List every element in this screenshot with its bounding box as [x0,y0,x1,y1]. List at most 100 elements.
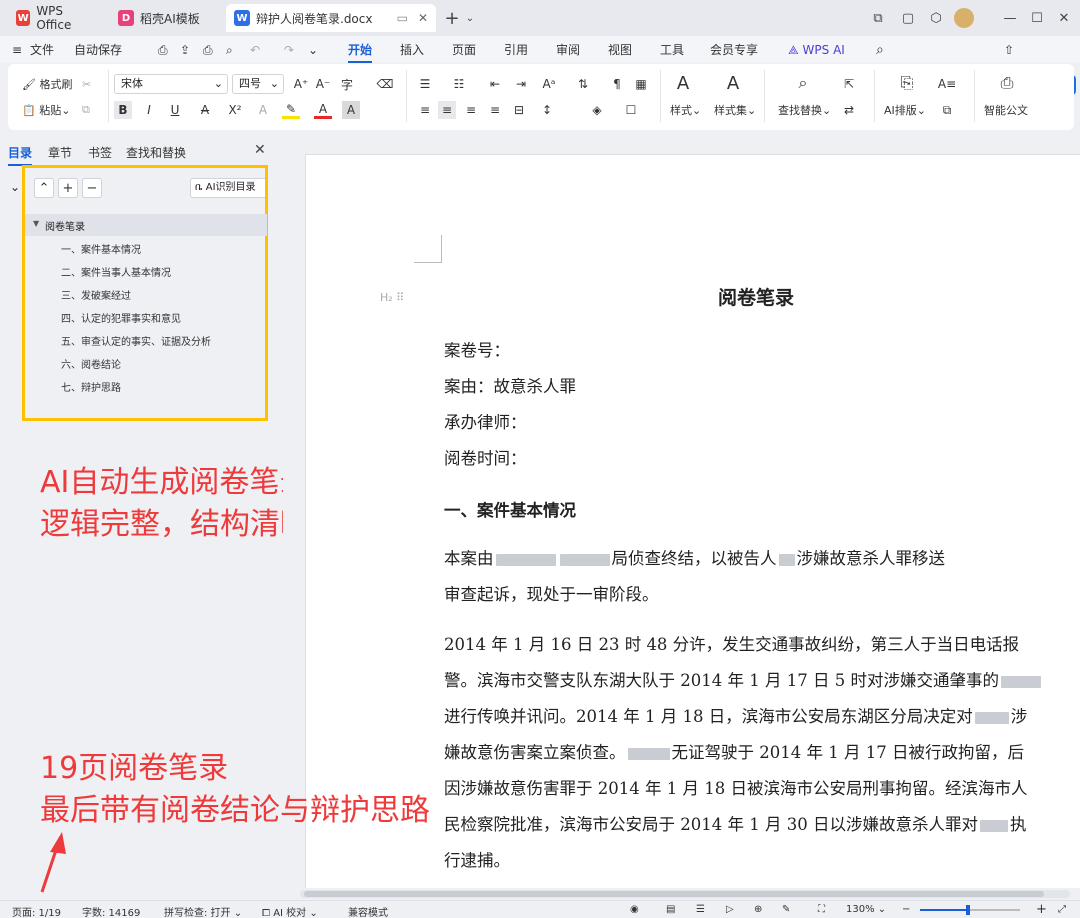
phonetic-icon[interactable]: 字 [338,75,356,93]
hamburger-icon[interactable]: ≡ [12,40,22,60]
decrease-indent-icon[interactable]: ⇤ [486,75,504,93]
underline-icon[interactable]: U [166,101,184,119]
text-effect-icon[interactable]: A [254,101,272,119]
print-icon[interactable]: ⎙ [203,40,213,60]
cut-icon[interactable]: ✂ [82,74,91,94]
distribute-icon[interactable]: ⊟ [510,101,528,119]
fit-icon[interactable]: ⛶ [818,904,825,915]
align-center-icon[interactable]: ≡ [438,101,456,119]
close-window-icon[interactable]: ✕ [1054,8,1074,28]
tab-toc[interactable]: 目录 [8,144,33,166]
copy-icon[interactable]: ⧉ [82,100,90,120]
expand-triangle-icon[interactable]: ▼ [33,219,39,228]
ai-check-button[interactable]: ⧠ AI 校对 ⌄ [262,904,318,918]
toc-root[interactable]: 阅卷笔录 [45,218,85,233]
convert-icon[interactable]: ⇄ [840,101,858,119]
toc-item[interactable]: 一、案件基本情况 [61,241,141,256]
redo-icon[interactable]: ↷ [284,40,294,60]
arrange-icon[interactable]: ⧉ [938,101,956,119]
minimize-icon[interactable]: — [1000,8,1020,28]
clear-format-icon[interactable]: ⌫ [376,75,394,93]
grow-font-icon[interactable]: A⁺ [292,75,310,93]
horizontal-scrollbar[interactable] [300,890,1070,898]
shrink-font-icon[interactable]: A⁻ [314,75,332,93]
save-icon[interactable]: ⎙ [158,40,168,60]
spell-check[interactable]: 拼写检查: 打开 ⌄ [164,904,242,918]
web-icon[interactable]: ⊕ [754,904,762,915]
chevron-down-icon[interactable]: ⌄ [460,8,480,28]
toc-item[interactable]: 三、发破案经过 [61,287,131,302]
magnifier-icon[interactable]: ⌕ [794,73,812,92]
tab-wps-office[interactable]: W WPS Office [8,4,103,32]
align-right-icon[interactable]: ≡ [462,101,480,119]
bullet-list-icon[interactable]: ☰ [416,75,434,93]
numbered-list-icon[interactable]: ☷ [450,75,468,93]
menu-insert[interactable]: 插入 [400,40,424,60]
text-direction-icon[interactable]: Aᵃ [540,75,558,93]
style-set-button[interactable]: 样式集 ⌄ [714,100,756,120]
style-set-icon[interactable]: A [724,73,742,94]
bold-icon[interactable]: B [114,101,132,119]
paste-button[interactable]: 📋 粘贴 ⌄ [22,100,70,120]
menu-wps-ai[interactable]: ⟁ WPS AI [788,40,845,60]
preview-icon[interactable]: ⌕ [226,40,233,60]
italic-icon[interactable]: I [140,101,158,119]
tab-bookmarks[interactable]: 书签 [88,144,112,161]
font-color-icon[interactable]: A [314,101,332,119]
page-indicator[interactable]: 页面: 1/19 [12,904,61,918]
char-shading-icon[interactable]: A [342,101,360,119]
menu-page[interactable]: 页面 [452,40,476,60]
pin-icon[interactable]: ▭ [397,11,408,25]
word-count[interactable]: 字数: 14169 [82,904,140,918]
toc-item[interactable]: 五、审查认定的事实、证据及分析 [61,333,211,348]
justify-icon[interactable]: ≡ [486,101,504,119]
export-icon[interactable]: ⇪ [180,40,190,60]
superscript-icon[interactable]: X² [226,101,244,119]
menu-home[interactable]: 开始 [348,40,373,63]
sort-icon[interactable]: ⇅ [574,75,592,93]
font-family-select[interactable]: 宋体 ⌄ [114,74,228,94]
upload-icon[interactable]: ⇧ [1004,40,1014,60]
close-panel-icon[interactable]: ✕ [254,142,266,158]
shading-icon[interactable]: ◈ [588,101,606,119]
tab-ai-template[interactable]: D 稻壳AI模板 [110,4,220,32]
text-layout-icon[interactable]: A≡ [938,75,956,93]
avatar[interactable] [954,8,974,28]
zoom-slider[interactable] [920,905,1020,915]
styles-button[interactable]: 样式 ⌄ [670,100,701,120]
play-icon[interactable]: ▷ [726,904,734,915]
menu-file[interactable]: 文件 [30,40,54,60]
highlight-icon[interactable]: ✎ [282,101,300,119]
align-left-icon[interactable]: ≡ [416,101,434,119]
toc-item[interactable]: 四、认定的犯罪事实和意见 [61,310,181,325]
ai-layout-icon[interactable]: ⎘ [898,73,916,92]
close-icon[interactable]: ✕ [418,11,428,25]
zoom-level[interactable]: 130% ⌄ [846,904,886,915]
menu-review[interactable]: 审阅 [556,40,580,60]
pen-icon[interactable]: ✎ [782,904,790,915]
toc-item[interactable]: 七、辩护思路 [61,379,121,394]
format-painter-button[interactable]: 🖌 格式刷 [22,74,72,94]
collapse-chevron-icon[interactable]: ⌄ [10,180,20,194]
screenshot-icon[interactable]: ⧉ [868,8,888,28]
document-page[interactable]: H₂ ⠿ 阅卷笔录 案卷号： 案由：故意杀人罪 承办律师： 阅卷时间： 一、案件… [305,154,1080,888]
toc-item[interactable]: 二、案件当事人基本情况 [61,264,171,279]
eye-icon[interactable]: ◉ [630,904,639,915]
page-view-icon[interactable]: ▤ [666,904,675,915]
show-marks-icon[interactable]: ¶ [608,75,626,93]
increase-indent-icon[interactable]: ⇥ [512,75,530,93]
heading-handle-icon[interactable]: H₂ ⠿ [380,291,404,304]
fullscreen-icon[interactable]: ⤢ [1058,904,1066,915]
new-tab-icon[interactable]: + [442,8,462,29]
outline-icon[interactable]: ☰ [696,904,705,915]
tab-document[interactable]: W 辩护人阅卷笔录.docx ▭ ✕ [226,4,436,32]
more-chevron-icon[interactable]: ⌄ [308,40,318,60]
menu-tools[interactable]: 工具 [660,40,684,60]
select-icon[interactable]: ⇱ [840,75,858,93]
cube-icon[interactable]: ⬡ [926,8,946,28]
tab-chapters[interactable]: 章节 [48,144,72,161]
table-grid-icon[interactable]: ▦ [632,75,650,93]
find-replace-button[interactable]: 查找替换 ⌄ [778,100,831,120]
menu-member[interactable]: 会员专享 [710,40,758,60]
window-icon[interactable]: ▢ [898,8,918,28]
